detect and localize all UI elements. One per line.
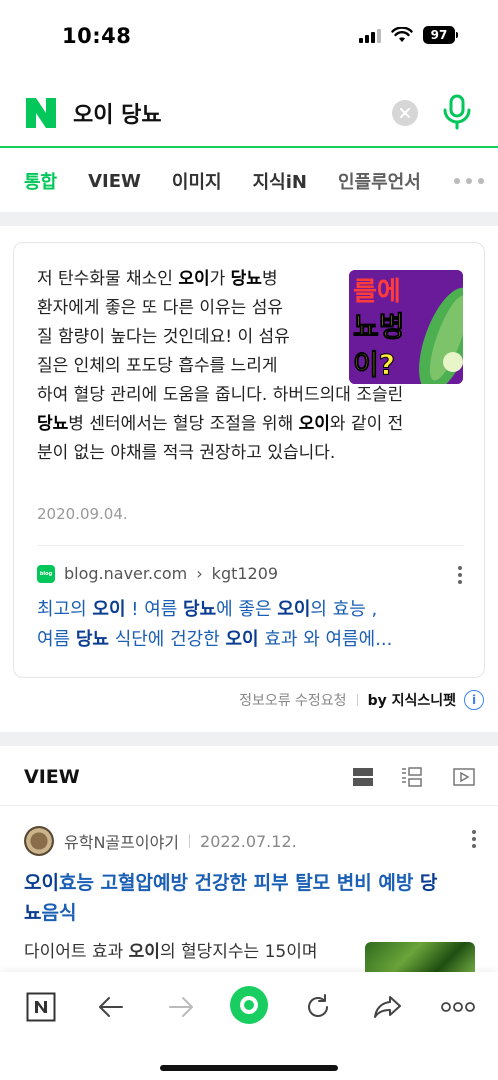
source-domain[interactable]: blog.naver.com [64, 564, 187, 583]
post-excerpt[interactable]: 다이어트 효과 오이의 혈당지수는 15이며 [24, 938, 354, 972]
post-meta: 유학N골프이야기 2022.07.12. [24, 826, 297, 856]
view-section-header: VIEW [0, 748, 498, 806]
more-horizontal-icon [441, 1002, 475, 1012]
refresh-button[interactable] [301, 990, 335, 1024]
chevron-right-icon: › [196, 564, 203, 583]
back-button[interactable] [94, 990, 128, 1024]
video-view-icon[interactable] [453, 766, 475, 788]
search-tabs: 통합 VIEW 이미지 지식iN 인플루언서 [0, 150, 498, 212]
source-row[interactable]: blog blog.naver.com › kgt1209 [37, 564, 278, 583]
naver-n-icon [26, 992, 56, 1022]
tab-images[interactable]: 이미지 [172, 168, 222, 194]
close-icon [400, 108, 410, 118]
snippet-date: 2020.09.04. [37, 505, 128, 523]
battery-level: 97 [423, 26, 455, 44]
share-button[interactable] [371, 990, 405, 1024]
naver-home-button[interactable] [24, 990, 58, 1024]
svg-text:를에: 를에 [353, 277, 401, 307]
forward-button[interactable] [164, 990, 198, 1024]
status-icons: 97 [359, 26, 458, 44]
knowledge-snippet-card: 저 탄수화물 채소인 오이가 당뇨병 환자에게 좋은 또 다른 이유는 섬유 질… [13, 242, 485, 678]
refresh-icon [308, 994, 328, 1017]
post-thumbnail[interactable] [365, 942, 475, 976]
source-path[interactable]: kgt1209 [212, 564, 278, 583]
section-divider [0, 212, 498, 226]
post-title-link[interactable]: 오이효능 고혈압예방 건강한 피부 탈모 변비 예방 당 뇨음식 [24, 868, 474, 928]
green-circle-icon [230, 986, 268, 1024]
clear-search-button[interactable] [392, 100, 418, 126]
microphone-icon[interactable] [440, 92, 474, 132]
status-bar: 10:48 97 [0, 0, 498, 76]
wifi-icon [391, 27, 413, 42]
search-bar: 오이 당뇨 [0, 80, 498, 148]
battery-icon: 97 [423, 26, 458, 44]
arrow-right-icon [169, 997, 193, 1017]
green-dot-button[interactable] [228, 984, 270, 1026]
cellular-signal-icon [359, 27, 381, 43]
more-menu-button[interactable] [438, 990, 478, 1024]
status-time: 10:48 [62, 24, 132, 48]
section-divider [0, 732, 498, 746]
source-link-title[interactable]: 최고의 오이 ! 여름 당뇨에 좋은 오이의 효능 , 여름 당뇨 식단에 건강… [37, 595, 467, 655]
arrow-left-icon [99, 997, 123, 1017]
svg-text:이?: 이? [353, 348, 395, 381]
report-row: 정보오류 수정요청 by 지식스니펫 i [239, 690, 484, 710]
info-icon[interactable]: i [464, 690, 484, 710]
post-author[interactable]: 유학N골프이야기 [64, 829, 179, 853]
tab-knowledge-in[interactable]: 지식iN [253, 168, 307, 194]
tab-integrated[interactable]: 통합 [24, 168, 57, 194]
snippet-text: 저 탄수화물 채소인 오이가 당뇨병 환자에게 좋은 또 다른 이유는 섬유 질… [37, 269, 290, 376]
snippet-text-continued: 하여 혈당 관리에 도움을 줍니다. 하버드의대 조슬린 당뇨병 센터에서는 혈… [37, 385, 404, 463]
tab-influencer[interactable]: 인플루언서 [338, 168, 421, 194]
more-tabs-icon[interactable] [454, 178, 484, 184]
svg-text:뇨병: 뇨병 [353, 310, 405, 343]
snippet-thumbnail[interactable]: 를에 뇨병 이? [349, 270, 463, 384]
compact-list-icon[interactable] [400, 766, 422, 788]
post-more-options-icon[interactable] [472, 830, 476, 848]
blog-icon: blog [37, 564, 55, 583]
search-input[interactable]: 오이 당뇨 [73, 97, 162, 129]
avatar[interactable] [24, 826, 54, 856]
home-indicator[interactable] [160, 1065, 338, 1071]
tab-view[interactable]: VIEW [88, 171, 141, 192]
by-label: by 지식스니펫 [367, 693, 456, 709]
share-arrow-icon [374, 996, 401, 1018]
view-section-title: VIEW [24, 766, 80, 788]
card-divider [37, 545, 463, 546]
more-options-icon[interactable] [458, 566, 462, 584]
post-date: 2022.07.12. [200, 831, 297, 851]
browser-toolbar [0, 972, 498, 1080]
list-view-icon[interactable] [352, 766, 374, 788]
error-report-link[interactable]: 정보오류 수정요청 [239, 690, 347, 710]
naver-logo-icon[interactable] [24, 96, 58, 130]
